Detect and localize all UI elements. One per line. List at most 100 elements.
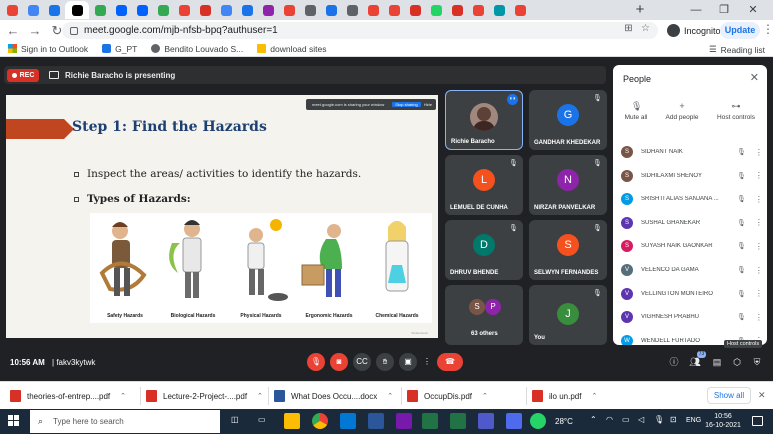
- mic-off-icon[interactable]: 🎙︎: [737, 172, 746, 180]
- mic-icon[interactable]: 🎙︎: [654, 415, 664, 424]
- address-bar[interactable]: meet.google.com/mjb-nfsb-bpq?authuser=1 …: [62, 22, 658, 39]
- host-controls-button[interactable]: ⊶ Host controls: [713, 101, 759, 121]
- edge-app-icon[interactable]: [340, 413, 356, 429]
- browser-tab[interactable]: [426, 1, 446, 19]
- download-options-icon[interactable]: ⌃: [591, 392, 597, 400]
- participant-row[interactable]: S SRISHTI ALIAS SANJANA ... 🎙︎ ⋮: [621, 190, 763, 208]
- more-options-icon[interactable]: ⋮: [755, 242, 763, 251]
- mic-off-icon[interactable]: 🎙︎: [737, 195, 746, 203]
- participant-tile[interactable]: 🎙︎ D DHRUV BHENDE: [445, 220, 523, 280]
- task-view-icon[interactable]: ◫: [231, 415, 239, 424]
- download-options-icon[interactable]: ⌃: [482, 392, 488, 400]
- reading-list-button[interactable]: ☰ Reading list: [709, 44, 765, 55]
- download-options-icon[interactable]: ⌃: [257, 392, 263, 400]
- participant-tile[interactable]: 🎙︎ G GANDHAR KHEDEKAR: [529, 90, 607, 150]
- teams-app-icon[interactable]: [478, 413, 494, 429]
- close-window-button[interactable]: ✕: [742, 2, 764, 18]
- file-explorer-icon[interactable]: ▭: [258, 415, 266, 424]
- add-people-button[interactable]: + Add people: [659, 101, 705, 121]
- browser-tab[interactable]: [237, 1, 257, 19]
- language-indicator[interactable]: ENG: [686, 417, 701, 424]
- browser-tab[interactable]: [111, 1, 131, 19]
- onenote-app-icon[interactable]: [396, 413, 412, 429]
- bookmark-star-icon[interactable]: ☆: [641, 23, 650, 34]
- bookmark-gpt[interactable]: G_PT: [102, 44, 137, 54]
- taskbar-clock[interactable]: 10:56 16-10-2021: [703, 412, 743, 430]
- windows-start-icon[interactable]: [8, 415, 20, 427]
- participant-tile[interactable]: 🎙︎ L LEMUEL DE CUNHA: [445, 155, 523, 215]
- new-tab-button[interactable]: +: [632, 2, 648, 18]
- download-options-icon[interactable]: ⌃: [387, 392, 393, 400]
- whatsapp-app-icon[interactable]: [530, 413, 546, 429]
- participant-tile[interactable]: 🎙︎ S SELWYN FERNANDES: [529, 220, 607, 280]
- bookmark-bendito[interactable]: Bendito Louvado S...: [151, 44, 243, 54]
- weather-widget[interactable]: 28°C: [555, 417, 573, 426]
- mic-off-icon[interactable]: 🎙︎: [737, 313, 746, 321]
- browser-tab[interactable]: [510, 1, 530, 19]
- participant-tile[interactable]: 🎙︎ N NIRZAR PANVELKAR: [529, 155, 607, 215]
- close-icon[interactable]: ✕: [750, 71, 759, 84]
- more-options-icon[interactable]: ⋮: [755, 266, 763, 275]
- browser-tab[interactable]: [321, 1, 341, 19]
- browser-tab[interactable]: [300, 1, 320, 19]
- maximize-button[interactable]: ❐: [713, 2, 735, 18]
- battery-icon[interactable]: ▭: [622, 415, 630, 424]
- more-options-icon[interactable]: ⋮: [755, 148, 763, 157]
- excel-app-icon-2[interactable]: [450, 413, 466, 429]
- more-options-icon[interactable]: ⋮: [418, 353, 436, 371]
- minimize-button[interactable]: —: [685, 2, 707, 18]
- browser-tab[interactable]: [65, 1, 89, 19]
- stop-sharing-button[interactable]: Stop sharing: [392, 102, 421, 107]
- participant-row[interactable]: V VIGHNESH PRABHU 🎙︎ ⋮: [621, 308, 763, 326]
- download-item[interactable]: theories-of-entrep....pdf ⌃: [10, 388, 126, 404]
- participant-row[interactable]: V VELLINGTON MONTEIRO 🎙︎ ⋮: [621, 285, 763, 303]
- download-options-icon[interactable]: ⌃: [120, 392, 126, 400]
- lock-icon[interactable]: [70, 26, 78, 35]
- explorer-app-icon[interactable]: [284, 413, 300, 429]
- browser-tab[interactable]: [363, 1, 383, 19]
- download-item[interactable]: What Does Occu....docx ⌃: [274, 388, 393, 404]
- hide-share-bar-button[interactable]: Hide: [424, 102, 432, 107]
- more-options-icon[interactable]: ⋮: [755, 218, 763, 227]
- taskbar-search[interactable]: ⌕ Type here to search: [30, 410, 220, 433]
- camera-toggle-button[interactable]: ◙: [330, 353, 348, 371]
- participant-tile[interactable]: ◖◗ Richie Baracho: [445, 90, 523, 150]
- present-button[interactable]: ▣: [399, 353, 417, 371]
- participant-row[interactable]: S SUSHAL GHANEKAR 🎙︎ ⋮: [621, 214, 763, 232]
- close-icon[interactable]: ✕: [758, 390, 766, 401]
- participant-row[interactable]: V VELENCO DA GAMA 🎙︎ ⋮: [621, 261, 763, 279]
- app-icon[interactable]: [506, 413, 522, 429]
- self-tile[interactable]: 🎙︎ J You: [529, 285, 607, 345]
- bookmark-download-sites[interactable]: download sites: [257, 44, 326, 54]
- mute-all-button[interactable]: 🎙︎ Mute all: [613, 101, 659, 121]
- mic-off-icon[interactable]: 🎙︎: [737, 148, 746, 156]
- browser-tab[interactable]: [489, 1, 509, 19]
- browser-tab[interactable]: [90, 1, 110, 19]
- leave-call-button[interactable]: ☎: [437, 353, 463, 371]
- mic-off-icon[interactable]: 🎙︎: [737, 242, 746, 250]
- browser-tab[interactable]: [447, 1, 467, 19]
- update-button[interactable]: Update: [720, 22, 760, 39]
- forward-icon[interactable]: →: [26, 22, 44, 40]
- chrome-app-icon[interactable]: [312, 413, 328, 429]
- tray-chevron-icon[interactable]: ⌃: [590, 415, 597, 424]
- download-item[interactable]: OccupDis.pdf ⌃: [407, 388, 488, 404]
- back-icon[interactable]: ←: [4, 22, 22, 40]
- notifications-icon[interactable]: [752, 416, 763, 426]
- info-icon[interactable]: ⓘ: [668, 356, 680, 368]
- wifi-icon[interactable]: ◠: [606, 415, 613, 424]
- browser-tab[interactable]: [384, 1, 404, 19]
- participant-row[interactable]: S SUYASH NAIK GAONKAR 🎙︎ ⋮: [621, 237, 763, 255]
- chat-icon[interactable]: ▤: [711, 356, 723, 368]
- mic-off-icon[interactable]: 🎙︎: [737, 290, 746, 298]
- browser-tab[interactable]: [258, 1, 278, 19]
- participant-row[interactable]: S SIDHANT NAIK 🎙︎ ⋮: [621, 143, 763, 161]
- host-controls-icon[interactable]: ⛨: [751, 356, 763, 368]
- browser-tab[interactable]: [23, 1, 43, 19]
- browser-tab[interactable]: [342, 1, 362, 19]
- browser-tab[interactable]: [468, 1, 488, 19]
- browser-tab[interactable]: [44, 1, 64, 19]
- volume-icon[interactable]: ◁: [638, 415, 644, 424]
- network-icon[interactable]: ⊡: [670, 415, 677, 424]
- browser-tab[interactable]: [153, 1, 173, 19]
